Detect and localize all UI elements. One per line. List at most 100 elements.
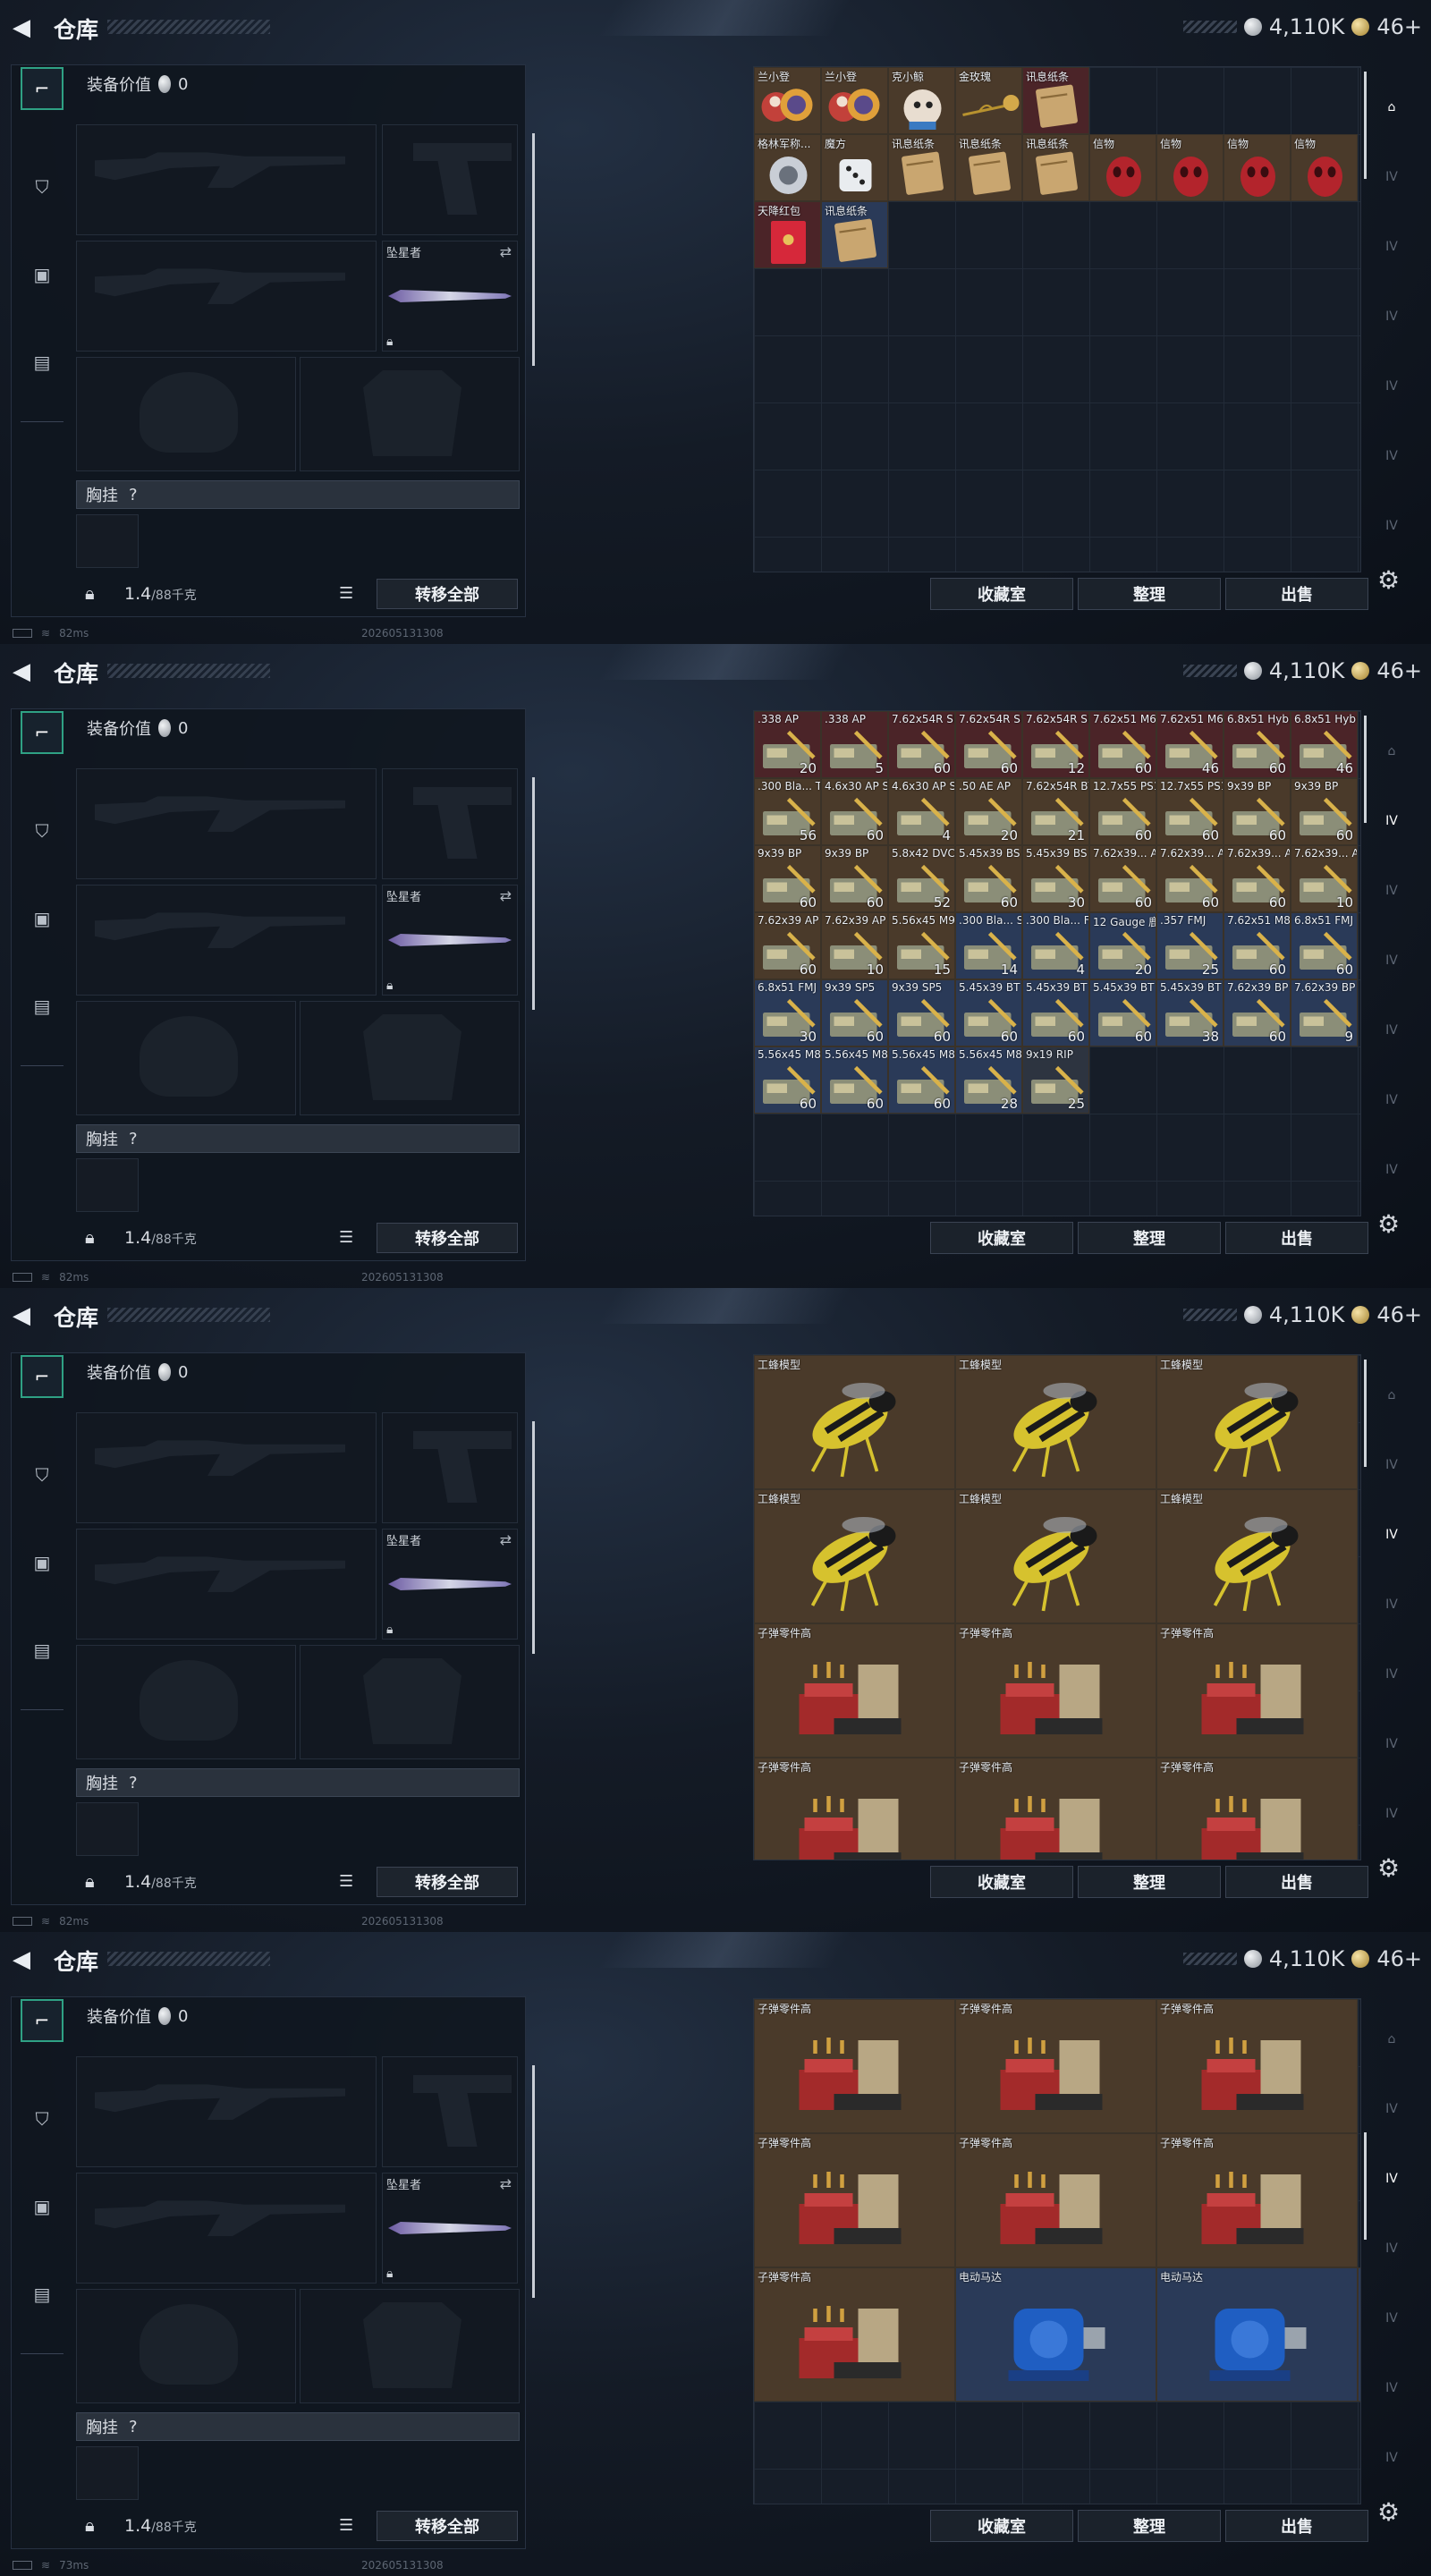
backpack-icon[interactable]: ▣ xyxy=(21,2185,64,2228)
inventory-item[interactable]: 子弹零件高 xyxy=(1156,1999,1358,2133)
inventory-item[interactable]: 6.8x51 FMJ 30 xyxy=(754,979,821,1046)
inventory-item[interactable]: 5.45x39 BS 30 xyxy=(1022,845,1089,912)
list-icon[interactable]: ☰ xyxy=(339,1872,353,1891)
inventory-item[interactable]: 工蜂模型 xyxy=(754,1355,955,1489)
equipment-scrollbar[interactable] xyxy=(532,133,535,366)
help-icon[interactable]: ? xyxy=(129,2418,138,2436)
helmet-slot[interactable] xyxy=(76,1001,296,1115)
inventory-item[interactable]: 讯息纸条 xyxy=(1022,134,1089,201)
inventory-item[interactable]: 5.56x45 M855A1 60 xyxy=(821,1046,888,1114)
storage-iv-icon[interactable]: IV xyxy=(1374,943,1410,979)
warehouse-icon[interactable]: ⌂ xyxy=(1374,2021,1410,2057)
inventory-item[interactable]: 子弹零件高 xyxy=(955,1623,1156,1758)
primary-weapon-slot[interactable] xyxy=(76,124,377,235)
storage-grid[interactable]: 子弹零件高 子弹零件高 子弹零件高 子弹零件高 子弹零件高 子弹零件高 子弹零件高 电动马达电… xyxy=(753,1998,1361,2504)
inventory-item[interactable]: 子弹零件高 xyxy=(955,1999,1156,2133)
collection-button[interactable]: 收藏室 xyxy=(930,2510,1073,2542)
helmet-icon[interactable]: ⛉ xyxy=(21,2097,64,2140)
list-icon[interactable]: ☰ xyxy=(339,2516,353,2535)
inventory-item[interactable]: 子弹零件高 xyxy=(754,1758,955,1860)
storage-iv-icon[interactable]: IV xyxy=(1374,1082,1410,1118)
list-icon[interactable]: ☰ xyxy=(339,584,353,603)
storage-iv-icon[interactable]: IV xyxy=(1374,1447,1410,1483)
inventory-item[interactable]: 5.56x45 M995 15 xyxy=(888,912,955,979)
inventory-item[interactable]: .338 AP 5 xyxy=(821,711,888,778)
inventory-item[interactable]: 电动马达 xyxy=(1156,2267,1358,2402)
storage-iv-icon[interactable]: IV xyxy=(1374,2370,1410,2406)
storage-iv-icon[interactable]: IV xyxy=(1374,1726,1410,1762)
inventory-item[interactable]: 7.62x54R BT 21 xyxy=(1022,778,1089,845)
inventory-item[interactable]: 5.45x39 BT 60 xyxy=(1089,979,1156,1046)
storage-iv-icon[interactable]: IV xyxy=(1374,508,1410,544)
swap-icon[interactable]: ⇄ xyxy=(500,887,512,904)
inventory-item[interactable]: 9x19 RIP 25 xyxy=(1022,1046,1089,1114)
armor-slot[interactable] xyxy=(300,357,520,471)
grid-scrollbar[interactable] xyxy=(1364,2132,1367,2240)
inventory-item[interactable]: 工蜂模型 xyxy=(1156,1489,1358,1623)
backpack-icon[interactable]: ▣ xyxy=(21,253,64,296)
gun-icon[interactable]: ⌐ xyxy=(21,1355,64,1398)
case-icon[interactable]: ▤ xyxy=(21,2273,64,2316)
inventory-item[interactable]: 9x39 BP 60 xyxy=(1224,778,1291,845)
storage-iv-icon[interactable]: IV xyxy=(1374,803,1410,839)
chest-rig-slot[interactable] xyxy=(76,1802,139,1856)
inventory-item[interactable]: 7.62x39 BP 60 xyxy=(1224,979,1291,1046)
armor-slot[interactable] xyxy=(300,2289,520,2403)
inventory-item[interactable]: 9x39 BP 60 xyxy=(1291,778,1358,845)
swap-icon[interactable]: ⇄ xyxy=(500,1531,512,1548)
inventory-item[interactable]: .338 AP 20 xyxy=(754,711,821,778)
inventory-item[interactable]: 5.45x39 BT 60 xyxy=(1022,979,1089,1046)
primary-weapon-slot[interactable] xyxy=(76,2056,377,2167)
inventory-item[interactable]: 魔方 xyxy=(821,134,888,201)
chest-rig-slot[interactable] xyxy=(76,514,139,568)
gear-icon[interactable]: ⚙ xyxy=(1377,2497,1400,2527)
case-icon[interactable]: ▤ xyxy=(21,341,64,384)
inventory-item[interactable]: 12.7x55 PS12B 60 xyxy=(1089,778,1156,845)
inventory-item[interactable]: 子弹零件高 xyxy=(1156,1758,1358,1860)
storage-grid[interactable]: 兰小登 兰小登 克小鲸 金玫瑰 讯息纸条 格林军称... 魔方 讯息纸条 讯息纸条 讯息纸条 信物信… xyxy=(753,66,1361,572)
inventory-item[interactable]: 信物 xyxy=(1291,134,1358,201)
inventory-item[interactable]: 兰小登 xyxy=(754,67,821,134)
storage-grid[interactable]: .338 AP20.338 AP57.62x54R SNB607.62x54R … xyxy=(753,710,1361,1216)
warehouse-icon[interactable]: ⌂ xyxy=(1374,733,1410,769)
inventory-item[interactable]: 7.62x54R SNB 60 xyxy=(955,711,1022,778)
gold-amount[interactable]: 46+ xyxy=(1376,1302,1422,1327)
chest-rig-slot[interactable] xyxy=(76,2446,139,2500)
inventory-item[interactable]: 7.62x54R SNB 60 xyxy=(888,711,955,778)
inventory-item[interactable]: 5.56x45 M855A1 60 xyxy=(754,1046,821,1114)
grid-scrollbar[interactable] xyxy=(1364,716,1367,823)
gold-amount[interactable]: 46+ xyxy=(1376,1946,1422,1971)
gear-icon[interactable]: ⚙ xyxy=(1377,1209,1400,1239)
grid-scrollbar[interactable] xyxy=(1364,1360,1367,1467)
pistol-slot[interactable] xyxy=(382,2056,518,2167)
inventory-item[interactable]: 子弹零件高 xyxy=(754,1999,955,2133)
weight-lock-icon[interactable]: 🔒︎ xyxy=(85,2514,95,2536)
inventory-item[interactable]: 7.62x51 M61 46 xyxy=(1156,711,1224,778)
storage-iv-icon[interactable]: IV xyxy=(1374,1657,1410,1692)
inventory-item[interactable]: 4.6x30 AP SX 4 xyxy=(888,778,955,845)
inventory-item[interactable]: 5.45x39 BT 38 xyxy=(1156,979,1224,1046)
inventory-item[interactable]: 天降红包 xyxy=(754,201,821,268)
secondary-weapon-slot[interactable] xyxy=(76,885,377,996)
melee-slot[interactable]: 坠星者 ⇄ 🔒︎ xyxy=(382,241,518,352)
collection-button[interactable]: 收藏室 xyxy=(930,578,1073,610)
storage-grid[interactable]: 工蜂模型 工蜂模型 工蜂模型 工蜂模型 工蜂模型 工蜂模型 子弹零件高 子弹零件高 子弹零件高子… xyxy=(753,1354,1361,1860)
storage-iv-icon[interactable]: IV xyxy=(1374,2440,1410,2476)
secondary-weapon-slot[interactable] xyxy=(76,241,377,352)
transfer-all-button[interactable]: 转移全部 xyxy=(377,1867,518,1897)
inventory-item[interactable]: .50 AE AP 20 xyxy=(955,778,1022,845)
storage-iv-icon[interactable]: IV xyxy=(1374,438,1410,474)
inventory-item[interactable]: 子弹零件高 xyxy=(955,2133,1156,2267)
storage-iv-icon[interactable]: IV xyxy=(1374,1152,1410,1188)
transfer-all-button[interactable]: 转移全部 xyxy=(377,579,518,609)
sell-button[interactable]: 出售 xyxy=(1225,1222,1368,1254)
swap-icon[interactable]: ⇄ xyxy=(500,2175,512,2192)
back-arrow-icon[interactable]: ◀ xyxy=(13,658,39,685)
inventory-item[interactable]: 子弹零件高 xyxy=(754,2133,955,2267)
inventory-item[interactable]: 讯息纸条 xyxy=(1022,67,1089,134)
back-arrow-icon[interactable]: ◀ xyxy=(13,1946,39,1973)
help-icon[interactable]: ? xyxy=(129,1774,138,1792)
gold-amount[interactable]: 46+ xyxy=(1376,658,1422,683)
chest-rig-slot[interactable] xyxy=(76,1158,139,1212)
storage-iv-icon[interactable]: IV xyxy=(1374,2231,1410,2267)
